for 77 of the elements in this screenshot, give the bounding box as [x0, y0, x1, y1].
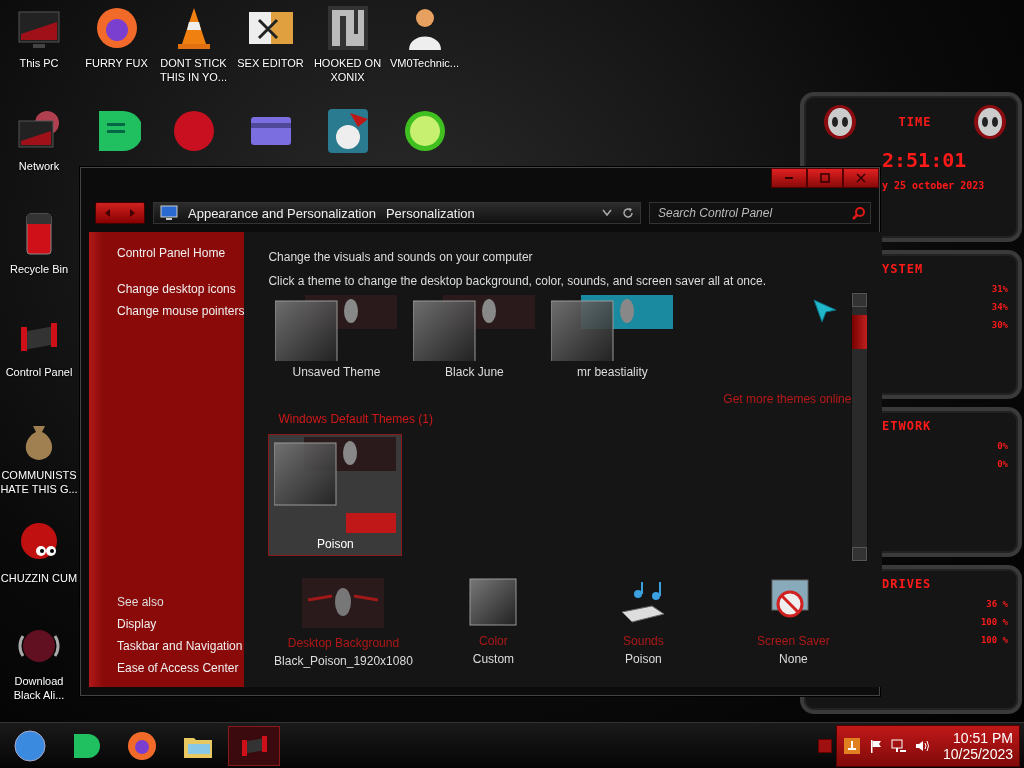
- gadget-reading: 31%: [991, 283, 1008, 294]
- page-title: Change the visuals and sounds on your computer: [268, 250, 534, 264]
- gadget-title: ETWORK: [882, 419, 933, 433]
- close-icon: [856, 173, 866, 183]
- breadcrumb-item[interactable]: Appearance and Personalization: [188, 205, 376, 221]
- desktop-icon-label[interactable]: SEX EDITOR: [237, 56, 304, 70]
- setting-value: Custom: [472, 652, 515, 666]
- sidebar-link[interactable]: Change desktop icons: [117, 282, 236, 296]
- gadget-reading: 34%: [991, 301, 1008, 312]
- setting-value: None: [779, 652, 808, 666]
- sidebar-heading: See also: [117, 595, 164, 609]
- desktop-icon-label[interactable]: COMMUNISTS HATE THIS G...: [0, 468, 78, 496]
- gadget-reading: 0%: [997, 441, 1008, 451]
- desktop-icon-label[interactable]: HOOKED ON XONIX: [309, 56, 386, 84]
- minimize-button[interactable]: [771, 168, 807, 188]
- desktop-icon-label[interactable]: VM0Technic...: [389, 56, 460, 70]
- clock-time[interactable]: 10:51 PM: [953, 729, 1013, 746]
- gadget-title: DRIVES: [882, 576, 933, 591]
- gadget-time: 2:51:01: [882, 148, 968, 172]
- start-orb-icon: [14, 729, 46, 762]
- mouse-pointer-icon: [812, 298, 839, 324]
- monitor-icon: [160, 205, 178, 221]
- theme-tile[interactable]: Black June: [406, 292, 543, 384]
- sidebar-link[interactable]: Display: [117, 617, 157, 631]
- sidebar-link[interactable]: Control Panel Home: [117, 246, 226, 260]
- color-swatch-icon: [469, 578, 518, 626]
- address-bar[interactable]: Appearance and Personalization Personalization: [153, 202, 641, 224]
- theme-tile[interactable]: Unsaved Theme: [268, 292, 405, 384]
- alien-head-icon: [822, 104, 858, 140]
- desktop-icon-label[interactable]: DONT STICK THIS IN YO...: [155, 56, 232, 84]
- maximize-icon: [820, 173, 830, 183]
- gadget-date: y 25 october 2023: [882, 180, 986, 191]
- search-field[interactable]: Search Control Panel: [649, 202, 871, 224]
- gadget-reading: 100 %: [980, 616, 1008, 627]
- setting-value: Black_Poison_1920x1080: [274, 654, 413, 668]
- sidebar-link[interactable]: Ease of Access Center: [117, 661, 239, 675]
- theme-name: Black June: [445, 365, 504, 379]
- setting-value: Poison: [625, 652, 662, 666]
- arrow-icon: [127, 208, 137, 218]
- desktop-icon-label[interactable]: FURRY FUX: [85, 56, 148, 70]
- gadget-title: YSTEM: [882, 261, 925, 276]
- theme-name: mr beastiality: [577, 365, 648, 379]
- chevron-down-icon: [602, 209, 612, 217]
- section-heading: Windows Default Themes (1): [278, 412, 434, 426]
- desktop-icon-label[interactable]: Recycle Bin: [9, 262, 69, 276]
- theme-tile[interactable]: mr beastiality: [544, 292, 681, 384]
- flag-icon: [869, 738, 883, 753]
- gadget-reading: 30%: [991, 319, 1008, 330]
- browser-icon: [126, 729, 158, 762]
- search-icon: [852, 206, 866, 220]
- page-description: Click a theme to change the desktop background, color, sounds, and screen saver all at once.: [268, 274, 768, 288]
- close-button[interactable]: [843, 168, 879, 188]
- volume-icon: [915, 738, 931, 753]
- theme-tile[interactable]: Poison: [268, 434, 403, 556]
- gadget-reading: 36 %: [986, 598, 1008, 609]
- alien-head-icon: [972, 104, 1008, 140]
- theme-name: Unsaved Theme: [292, 365, 381, 379]
- gadget-reading: 0%: [997, 459, 1008, 469]
- desktop-icon-label[interactable]: This PC: [19, 56, 59, 70]
- sidebar-link[interactable]: Taskbar and Navigation: [117, 639, 243, 653]
- minimize-icon: [785, 177, 793, 179]
- desktop-icon-label[interactable]: Control Panel: [5, 365, 73, 379]
- scrollbar[interactable]: [851, 292, 869, 562]
- gadget-title: TIME: [898, 115, 932, 129]
- desktop-icon-label[interactable]: Network: [18, 159, 60, 173]
- desktop-icon-label[interactable]: Download Black Ali...: [0, 674, 78, 702]
- arrow-icon: [103, 208, 113, 218]
- app-tray-icon: [843, 736, 861, 755]
- breadcrumb-item[interactable]: Personalization: [385, 205, 475, 221]
- network-icon: [891, 738, 907, 753]
- refresh-icon: [622, 207, 634, 219]
- theme-name: Poison: [317, 537, 354, 551]
- sidebar-link[interactable]: Change mouse pointers: [117, 304, 245, 318]
- gadget-reading: 100 %: [980, 634, 1008, 645]
- clock-date[interactable]: 10/25/2023: [942, 745, 1013, 762]
- maximize-button[interactable]: [807, 168, 843, 188]
- desktop-icon-label[interactable]: CHUZZIN CUM: [0, 571, 78, 585]
